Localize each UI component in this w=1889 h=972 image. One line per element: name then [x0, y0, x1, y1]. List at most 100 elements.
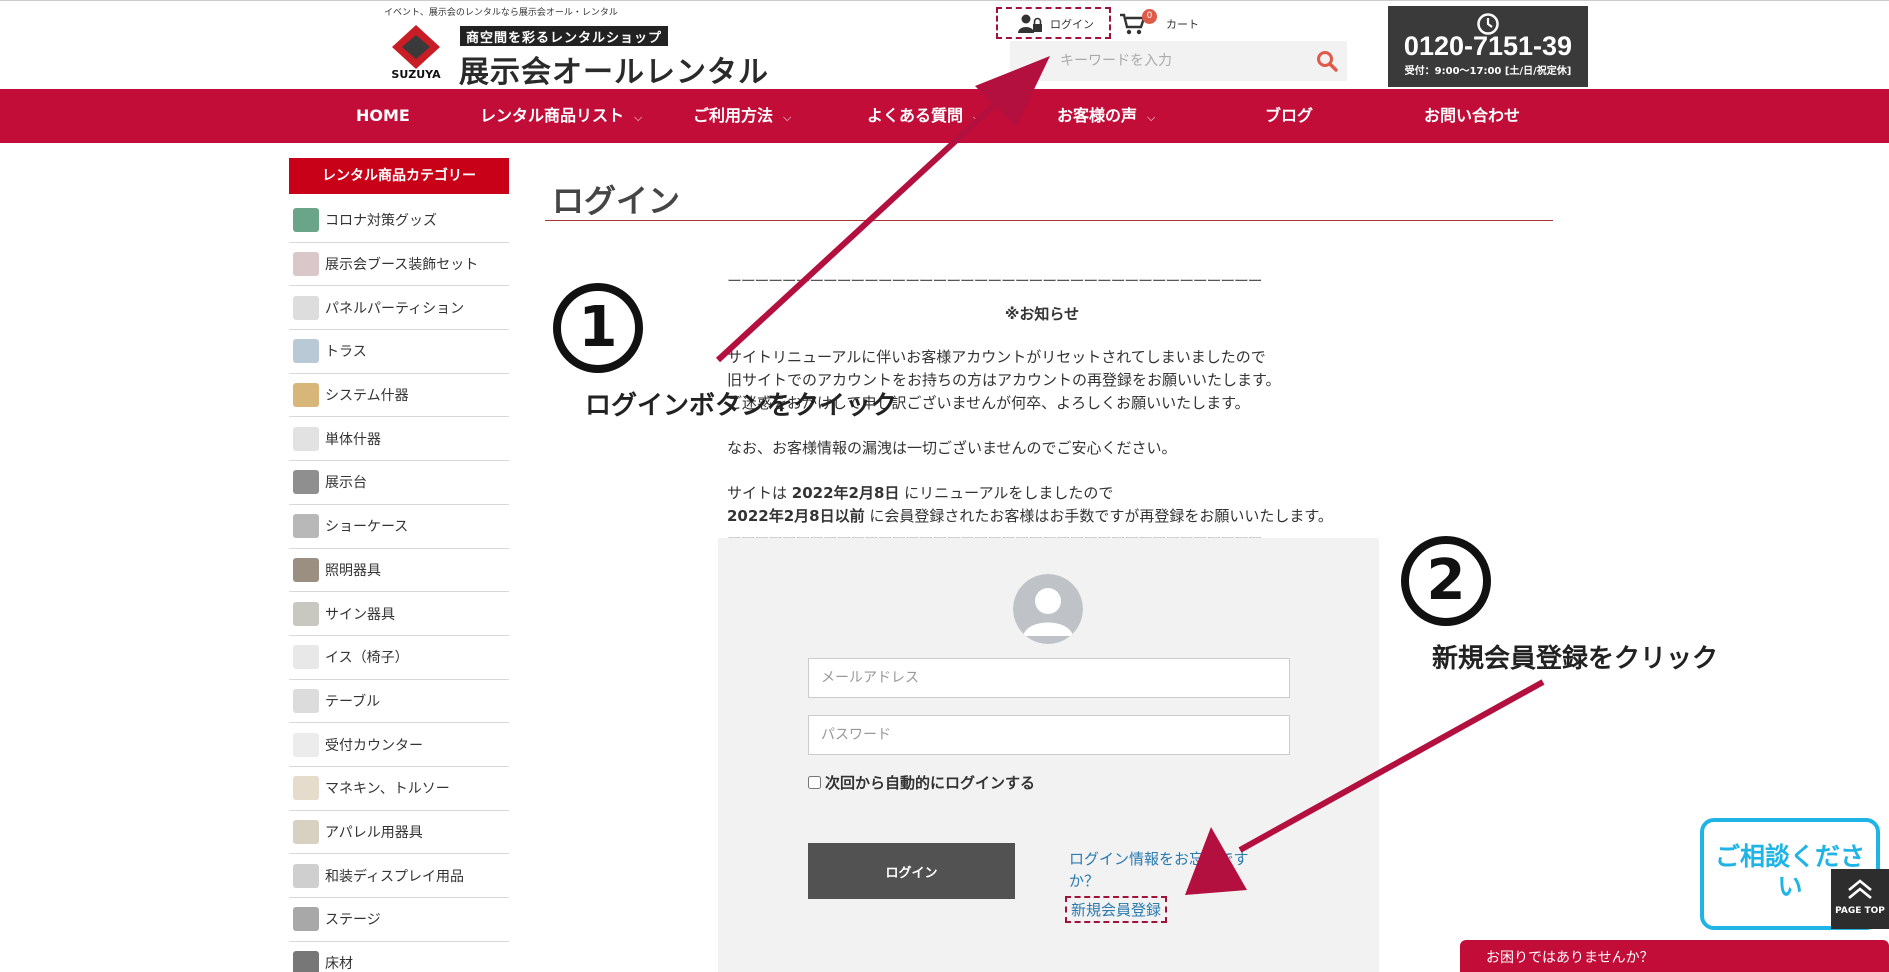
category-thumbnail-icon [293, 208, 319, 233]
double-chevron-up-icon [1848, 879, 1872, 900]
title-divider [545, 220, 1553, 221]
sidebar-item[interactable]: トラス [289, 330, 509, 374]
step-2-badge: 2 [1401, 536, 1491, 626]
header-tagline: イベント、展示会のレンタルなら展示会オール・レンタル [384, 8, 618, 18]
notice-line: 2022年2月8日以前 に会員登録されたお客様はお手数ですが再登録をお願いいたし… [727, 505, 1357, 528]
category-thumbnail-icon [293, 514, 319, 539]
phone-hours: 受付：9:00〜17:00 [土/日/祝定休] [1404, 66, 1572, 77]
category-thumbnail-icon [293, 295, 319, 320]
page-title: ログイン [552, 182, 681, 220]
logo-subtitle: 商空間を彩るレンタルショップ [460, 26, 669, 46]
sidebar-item[interactable]: テーブル [289, 680, 509, 724]
chevron-down-icon: ⌵ [973, 111, 982, 124]
suzuya-logo-icon[interactable]: SUZUYA [386, 23, 446, 79]
notice-text: にリニューアルをしましたので [899, 484, 1114, 502]
step-1-badge: 1 [553, 283, 643, 373]
phone-number: 0120-7151-39 [1403, 31, 1573, 61]
sidebar-title: レンタル商品カテゴリー [289, 158, 509, 194]
annotation-highlight-login [996, 7, 1111, 39]
step-1-instruction: ログインボタンをクイック [585, 391, 898, 421]
sidebar-item-label: 展示会ブース装飾セット [325, 257, 479, 274]
notice-date: 2022年2月8日以前 [727, 507, 865, 525]
sidebar-item-label: マネキン、トルソー [325, 781, 450, 798]
sidebar-item-label: イス（椅子） [325, 650, 409, 667]
logo-title[interactable]: 展示会オールレンタル [459, 47, 769, 91]
register-link[interactable]: 新規会員登録 [1065, 896, 1168, 923]
sidebar-item[interactable]: 単体什器 [289, 417, 509, 462]
sidebar-item-label: ステージ [325, 912, 381, 929]
sidebar-item[interactable]: ショーケース [289, 505, 509, 549]
category-thumbnail-icon [293, 776, 319, 801]
sidebar-item[interactable]: サイン器具 [289, 592, 509, 636]
search-input[interactable] [1010, 41, 1307, 81]
step-2-instruction: 新規会員登録をクリック [1432, 644, 1719, 674]
sidebar-item[interactable]: 床材 [289, 942, 509, 972]
nav-item-label: ブログ [1265, 106, 1314, 125]
chevron-down-icon: ⌵ [783, 111, 792, 124]
notice-text: サイトは [727, 484, 792, 502]
cart-count-badge: 0 [1142, 9, 1157, 24]
nav-item-rental-list[interactable]: レンタル商品リスト ⌵ [480, 89, 642, 143]
sidebar-category-list: コロナ対策グッズ 展示会ブース装飾セット パネルパーティション トラス システム… [289, 199, 509, 972]
notice-title: ※お知らせ [1004, 305, 1080, 323]
sidebar-item[interactable]: 照明器具 [289, 549, 509, 593]
sidebar-item[interactable]: 受付カウンター [289, 723, 509, 767]
remember-me-option[interactable]: 次回から自動的にログインする [808, 772, 1035, 793]
sidebar-item[interactable]: ステージ [289, 898, 509, 942]
sidebar-item[interactable]: 展示台 [289, 461, 509, 505]
sidebar-item-label: テーブル [325, 693, 381, 710]
notice-line: サイトリニューアルに伴いお客様アカウントがリセットされてしまいましたので [727, 348, 1266, 366]
remember-me-checkbox[interactable] [808, 776, 821, 789]
chevron-down-icon: ⌵ [634, 111, 643, 124]
sidebar-item[interactable]: マネキン、トルソー [289, 767, 509, 811]
nav-item-how-to-use[interactable]: ご利用方法 ⌵ [693, 89, 791, 143]
sidebar-item-label: コロナ対策グッズ [325, 213, 437, 230]
logo-brand-text: SUZUYA [391, 68, 441, 79]
nav-item-blog[interactable]: ブログ [1265, 89, 1313, 143]
page-top-label: PAGE TOP [1835, 906, 1885, 916]
password-field[interactable] [808, 715, 1290, 755]
search-icon [1317, 51, 1338, 72]
sidebar-item[interactable]: パネルパーティション [289, 286, 509, 331]
notice-line: なお、お客様情報の漏洩は一切ございませんのでご安心ください。 [727, 439, 1177, 457]
header-cart-link[interactable]: 0 カート [1120, 9, 1199, 35]
notice-text: に会員登録されたお客様はお手数ですが再登録をお願いいたします。 [864, 507, 1333, 525]
category-thumbnail-icon [293, 863, 319, 888]
site-header: イベント、展示会のレンタルなら展示会オール・レンタル SUZUYA 商空間を彩る… [0, 0, 1889, 91]
email-field[interactable] [808, 658, 1290, 698]
search-button[interactable] [1307, 41, 1347, 81]
sidebar-item[interactable]: イス（椅子） [289, 636, 509, 680]
cart-label: カート [1166, 18, 1199, 31]
user-silhouette-icon [1013, 574, 1083, 644]
sidebar-item[interactable]: コロナ対策グッズ [289, 199, 509, 243]
sidebar-item-label: 受付カウンター [325, 737, 423, 754]
sidebar-item[interactable]: 展示会ブース装飾セット [289, 243, 509, 287]
sidebar-item-label: トラス [325, 344, 367, 361]
nav-item-label: HOME [356, 106, 410, 125]
nav-item-label: お客様の声 [1057, 106, 1138, 125]
category-thumbnail-icon [293, 470, 319, 495]
phone-contact-box[interactable]: 0120-7151-39 受付：9:00〜17:00 [土/日/祝定休] [1388, 6, 1588, 87]
nav-item-faq[interactable]: よくある質問 ⌵ [867, 89, 981, 143]
forgot-login-link[interactable]: ログイン情報をお忘れですか？ [1069, 848, 1269, 892]
sidebar-item-label: 展示台 [325, 475, 367, 492]
category-thumbnail-icon [293, 907, 319, 932]
nav-item-label: ご利用方法 [693, 106, 774, 125]
main-nav: HOME レンタル商品リスト ⌵ ご利用方法 ⌵ よくある質問 ⌵ お客様の声 ⌵ ブロ… [0, 89, 1889, 143]
sidebar-item[interactable]: 和装ディスプレイ用品 [289, 854, 509, 898]
clock-icon [1477, 13, 1499, 35]
category-thumbnail-icon [293, 339, 319, 364]
nav-item-contact[interactable]: お問い合わせ [1424, 89, 1520, 143]
avatar-icon [1013, 574, 1083, 644]
sidebar-item[interactable]: システム什器 [289, 374, 509, 418]
category-thumbnail-icon [293, 601, 319, 626]
sidebar-item[interactable]: アパレル用器具 [289, 811, 509, 855]
help-chat-bar[interactable]: お困りではありませんか？ [1460, 940, 1889, 972]
sidebar-item-label: ショーケース [325, 519, 409, 536]
nav-item-home[interactable]: HOME [356, 89, 410, 143]
login-button[interactable]: ログイン [808, 843, 1015, 899]
nav-item-testimonials[interactable]: お客様の声 ⌵ [1057, 89, 1155, 143]
sidebar-item-label: アパレル用器具 [325, 824, 423, 841]
page-top-button[interactable]: PAGE TOP [1831, 869, 1889, 929]
category-thumbnail-icon [293, 819, 319, 844]
